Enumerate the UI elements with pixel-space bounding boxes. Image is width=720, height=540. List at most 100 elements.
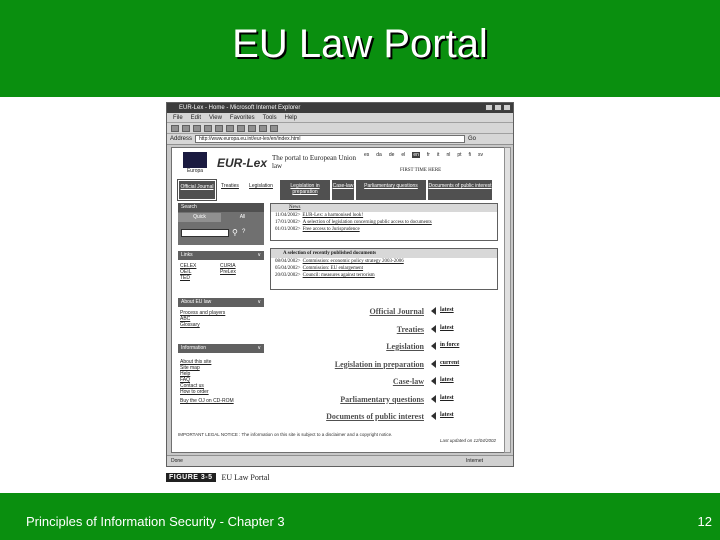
address-input[interactable]: http://www.europa.eu.int/eur-lex/en/inde… [195,135,466,143]
page-number: 12 [697,514,712,529]
info-order[interactable]: How to order [180,389,234,395]
arrow-left-icon [431,324,436,333]
news-date: 01/01/2002> [275,227,301,232]
history-icon[interactable] [248,124,256,132]
menu-favorites[interactable]: Favorites [230,113,255,122]
lang-da[interactable]: da [376,152,382,158]
category-name[interactable]: Parliamentary questions [340,395,424,404]
minimize-icon[interactable] [485,104,493,111]
tab-quick[interactable]: Quick [178,213,221,222]
search-input[interactable] [181,229,229,237]
lang-fr[interactable]: fr [427,152,430,158]
figure-caption: FIGURE 3-5 EU Law Portal [166,473,270,482]
lang-es[interactable]: es [364,152,369,158]
lang-it[interactable]: it [437,152,440,158]
search-header: Search [178,203,264,212]
language-selector: es da de el en fr it nl pt fi sv [364,152,483,158]
link-prelex[interactable]: PreLex [220,269,236,275]
chevron-down-icon[interactable]: ∨ [257,251,261,260]
lang-pt[interactable]: pt [457,152,461,158]
go-button[interactable]: Go [468,136,476,142]
lang-nl[interactable]: nl [446,152,450,158]
category-status[interactable]: latest [440,377,454,383]
information-header: Information ∨ [178,344,264,353]
mail-icon[interactable] [259,124,267,132]
menu-file[interactable]: File [173,113,183,122]
about-header: About EU law ∨ [178,298,264,307]
chevron-down-icon[interactable]: ∨ [257,298,261,307]
news-item[interactable]: 01/01/2002> Free access to Jurisprudence [271,226,497,233]
menu-edit[interactable]: Edit [191,113,201,122]
nav-parliamentary-questions[interactable]: Parliamentary questions [356,180,426,200]
category-row: Official Journal latest [292,304,502,322]
eu-flag-icon [183,152,207,168]
category-row: Documents of public interest latest [292,409,502,427]
news-link[interactable]: Free access to Jurisprudence [303,227,360,232]
chevron-down-icon[interactable]: ∨ [257,344,261,353]
nav-documents-public-interest[interactable]: Documents of public interest [428,180,492,200]
status-text: Done [171,458,183,464]
title-bar: EU Law Portal [0,0,720,97]
news-header: News [271,204,497,212]
category-status[interactable]: latest [440,412,454,418]
back-icon[interactable] [171,124,179,132]
info-list: About this site Site map Help FAQ Contac… [180,359,234,404]
stop-icon[interactable] [193,124,201,132]
news-link[interactable]: EUR-Lex: a harmonised look! [302,213,363,218]
nav-case-law[interactable]: Case-law [332,180,354,200]
category-status[interactable]: in force [440,342,459,348]
category-name[interactable]: Official Journal [370,307,424,316]
news-box: News 11/04/2002> EUR-Lex: a harmonised lo… [270,203,498,241]
refresh-icon[interactable] [204,124,212,132]
search-icon[interactable] [226,124,234,132]
news-item[interactable]: 17/01/2002> A selection of legislation co… [271,219,497,226]
menu-view[interactable]: View [209,113,222,122]
close-icon[interactable] [503,104,511,111]
menu-help[interactable]: Help [285,113,297,122]
about-glossary[interactable]: Glossary [180,322,225,328]
menu-tools[interactable]: Tools [263,113,277,122]
category-status[interactable]: current [440,360,459,366]
lang-sv[interactable]: sv [478,152,483,158]
category-name[interactable]: Case-law [393,377,424,386]
browser-status-bar: Done Internet [167,455,513,466]
lang-de[interactable]: de [389,152,395,158]
doc-item[interactable]: 20/03/2002> Council: measures against ter… [271,272,497,279]
magnifier-icon[interactable]: ⚲ [232,228,238,237]
category-status[interactable]: latest [440,325,454,331]
news-item[interactable]: 11/04/2002> EUR-Lex: a harmonised look! [271,212,497,219]
maximize-icon[interactable] [494,104,502,111]
doc-link[interactable]: Commission: EU enlargement [303,266,363,271]
news-link[interactable]: A selection of legislation concerning pu… [303,220,432,225]
lang-el[interactable]: el [401,152,405,158]
info-buy-cdrom[interactable]: Buy the OJ on CD-ROM [180,398,234,404]
forward-icon[interactable] [182,124,190,132]
favorites-icon[interactable] [237,124,245,132]
category-status[interactable]: latest [440,307,454,313]
help-icon[interactable]: ? [242,229,245,235]
nav-legislation[interactable]: Legislation [244,180,278,200]
lang-en[interactable]: en [412,152,420,158]
first-time-link[interactable]: FIRST TIME HERE [400,168,441,173]
category-name[interactable]: Documents of public interest [326,412,424,421]
scrollbar[interactable] [504,147,511,453]
nav-legislation-in-preparation[interactable]: Legislation in preparation [280,180,330,200]
tab-all[interactable]: All [221,213,264,222]
doc-item[interactable]: 05/04/2002> Commission: EU enlargement [271,265,497,272]
home-icon[interactable] [215,124,223,132]
print-icon[interactable] [270,124,278,132]
lang-fi[interactable]: fi [469,152,472,158]
category-name[interactable]: Legislation in preparation [335,360,424,369]
link-ted[interactable]: TED [180,275,196,281]
doc-link[interactable]: Commission: economic policy strategy 200… [303,259,404,264]
doc-link[interactable]: Council: measures against terrorism [303,273,375,278]
browser-screenshot: EUR-Lex - Home - Microsoft Internet Expl… [166,102,514,467]
nav-treaties[interactable]: Treaties [218,180,242,200]
nav-official-journal[interactable]: Official Journal [177,179,217,201]
eur-lex-brand: EUR-Lex [217,156,268,170]
doc-item[interactable]: 08/04/2002> Commission: economic policy s… [271,258,497,265]
category-status[interactable]: latest [440,395,454,401]
category-name[interactable]: Treaties [397,325,424,334]
europa-logo[interactable]: Europa [178,152,212,176]
category-name[interactable]: Legislation [386,342,424,351]
